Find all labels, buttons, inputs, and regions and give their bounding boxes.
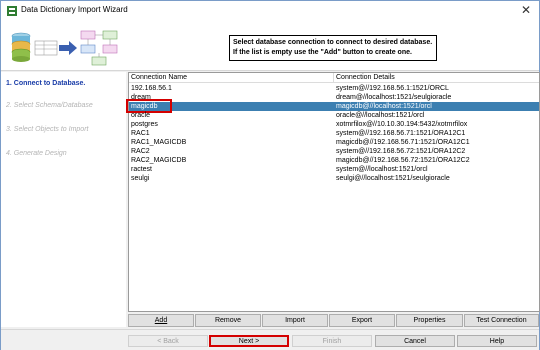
connection-name: RAC1_MAGICDB (131, 139, 187, 146)
connection-name: seulgi (131, 175, 150, 182)
list-header: Connection Name Connection Details (129, 73, 539, 83)
connection-details: magicdb@//192.168.56.72:1521/ORA12C2 (336, 157, 470, 164)
help-button[interactable]: Help (457, 335, 537, 347)
properties-button-label: Properties (413, 317, 446, 324)
wizard-header: Select database connection to connect to… (1, 21, 539, 71)
connection-name: RAC2_MAGICDB (131, 157, 187, 164)
connection-details: oracle@//localhost:1521/orcl (336, 112, 425, 119)
connection-details: system@//localhost:1521/orcl (336, 166, 428, 173)
remove-button[interactable]: Remove (195, 314, 261, 327)
connection-name: oracle (131, 112, 151, 119)
connection-name: 192.168.56.1 (131, 85, 172, 92)
connection-details: magicdb@//localhost:1521/orcl (336, 103, 432, 110)
table-row[interactable]: RAC1 system@//192.168.56.71:1521/ORA12C1 (129, 129, 539, 138)
table-row[interactable]: 192.168.56.1 system@//192.168.56.1:1521/… (129, 84, 539, 93)
connection-details: system@//192.168.56.1:1521/ORCL (336, 85, 449, 92)
remove-button-label: Remove (214, 317, 242, 324)
import-button[interactable]: Import (262, 314, 328, 327)
connection-details: dream@//localhost:1521/seulgioracle (336, 94, 452, 101)
connection-name: RAC2 (131, 148, 150, 155)
step-connect-to-database: 1. Connect to Database. (6, 80, 86, 87)
cancel-button[interactable]: Cancel (375, 335, 455, 347)
table-row[interactable]: RAC1_MAGICDB magicdb@//192.168.56.71:152… (129, 138, 539, 147)
connection-name: postgres (131, 121, 158, 128)
table-row[interactable]: dream dream@//localhost:1521/seulgioracl… (129, 93, 539, 102)
instruction-line-1: Select database connection to connect to… (233, 39, 433, 46)
instruction-box: Select database connection to connect to… (229, 35, 437, 61)
add-button[interactable]: Add (128, 314, 194, 327)
next-button[interactable]: Next > (209, 335, 289, 347)
connection-details: magicdb@//192.168.56.71:1521/ORA12C1 (336, 139, 470, 146)
connection-details: seulgi@//localhost:1521/seulgioracle (336, 175, 450, 182)
back-button[interactable]: < Back (128, 335, 208, 347)
add-button-label: Add (154, 317, 168, 324)
wizard-window: Data Dictionary Import Wizard ✕ Select d… (0, 0, 540, 350)
table-row[interactable]: ractest system@//localhost:1521/orcl (129, 165, 539, 174)
title-bar[interactable]: Data Dictionary Import Wizard ✕ (1, 1, 539, 21)
wizard-navigation: < Back Next > Finish Cancel Help (1, 329, 539, 350)
table-row[interactable]: oracle oracle@//localhost:1521/orcl (129, 111, 539, 120)
instruction-line-2: If the list is empty use the "Add" butto… (233, 49, 412, 56)
properties-button[interactable]: Properties (396, 314, 463, 327)
column-header-connection-details[interactable]: Connection Details (334, 73, 539, 82)
window-title: Data Dictionary Import Wizard (21, 5, 128, 14)
connection-name: RAC1 (131, 130, 150, 137)
database-to-diagram-graphic (11, 30, 118, 66)
finish-button[interactable]: Finish (292, 335, 372, 347)
column-header-connection-name[interactable]: Connection Name (129, 73, 334, 82)
export-button-label: Export (351, 317, 373, 324)
step-generate-design: 4. Generate Design (6, 150, 67, 157)
connection-details: xotmrfilox@//10.10.30.194:5432/xotmrfilo… (336, 121, 468, 128)
export-button[interactable]: Export (329, 314, 395, 327)
connection-details: system@//192.168.56.71:1521/ORA12C1 (336, 130, 466, 137)
connection-name: ractest (131, 166, 153, 173)
step-select-objects: 3. Select Objects to Import (6, 126, 89, 133)
table-row-selected[interactable]: magicdb magicdb@//localhost:1521/orcl (129, 102, 539, 111)
test-connection-button[interactable]: Test Connection (464, 314, 539, 327)
close-icon[interactable]: ✕ (519, 3, 533, 17)
table-row[interactable]: RAC2_MAGICDB magicdb@//192.168.56.72:152… (129, 156, 539, 165)
test-connection-button-label: Test Connection (476, 317, 527, 324)
step-select-schema: 2. Select Schema/Database (6, 102, 93, 109)
connection-buttons: Add Remove Import Export Properties Test… (128, 314, 540, 327)
steps-sidebar: 1. Connect to Database. 2. Select Schema… (1, 72, 126, 327)
connection-details: system@//192.168.56.72:1521/ORA12C2 (336, 148, 466, 155)
connection-list[interactable]: Connection Name Connection Details 192.1… (126, 72, 540, 312)
table-row[interactable]: seulgi seulgi@//localhost:1521/seulgiora… (129, 174, 539, 183)
table-row[interactable]: postgres xotmrfilox@//10.10.30.194:5432/… (129, 120, 539, 129)
import-button-label: Import (285, 317, 305, 324)
app-icon (7, 6, 17, 16)
table-row[interactable]: RAC2 system@//192.168.56.72:1521/ORA12C2 (129, 147, 539, 156)
